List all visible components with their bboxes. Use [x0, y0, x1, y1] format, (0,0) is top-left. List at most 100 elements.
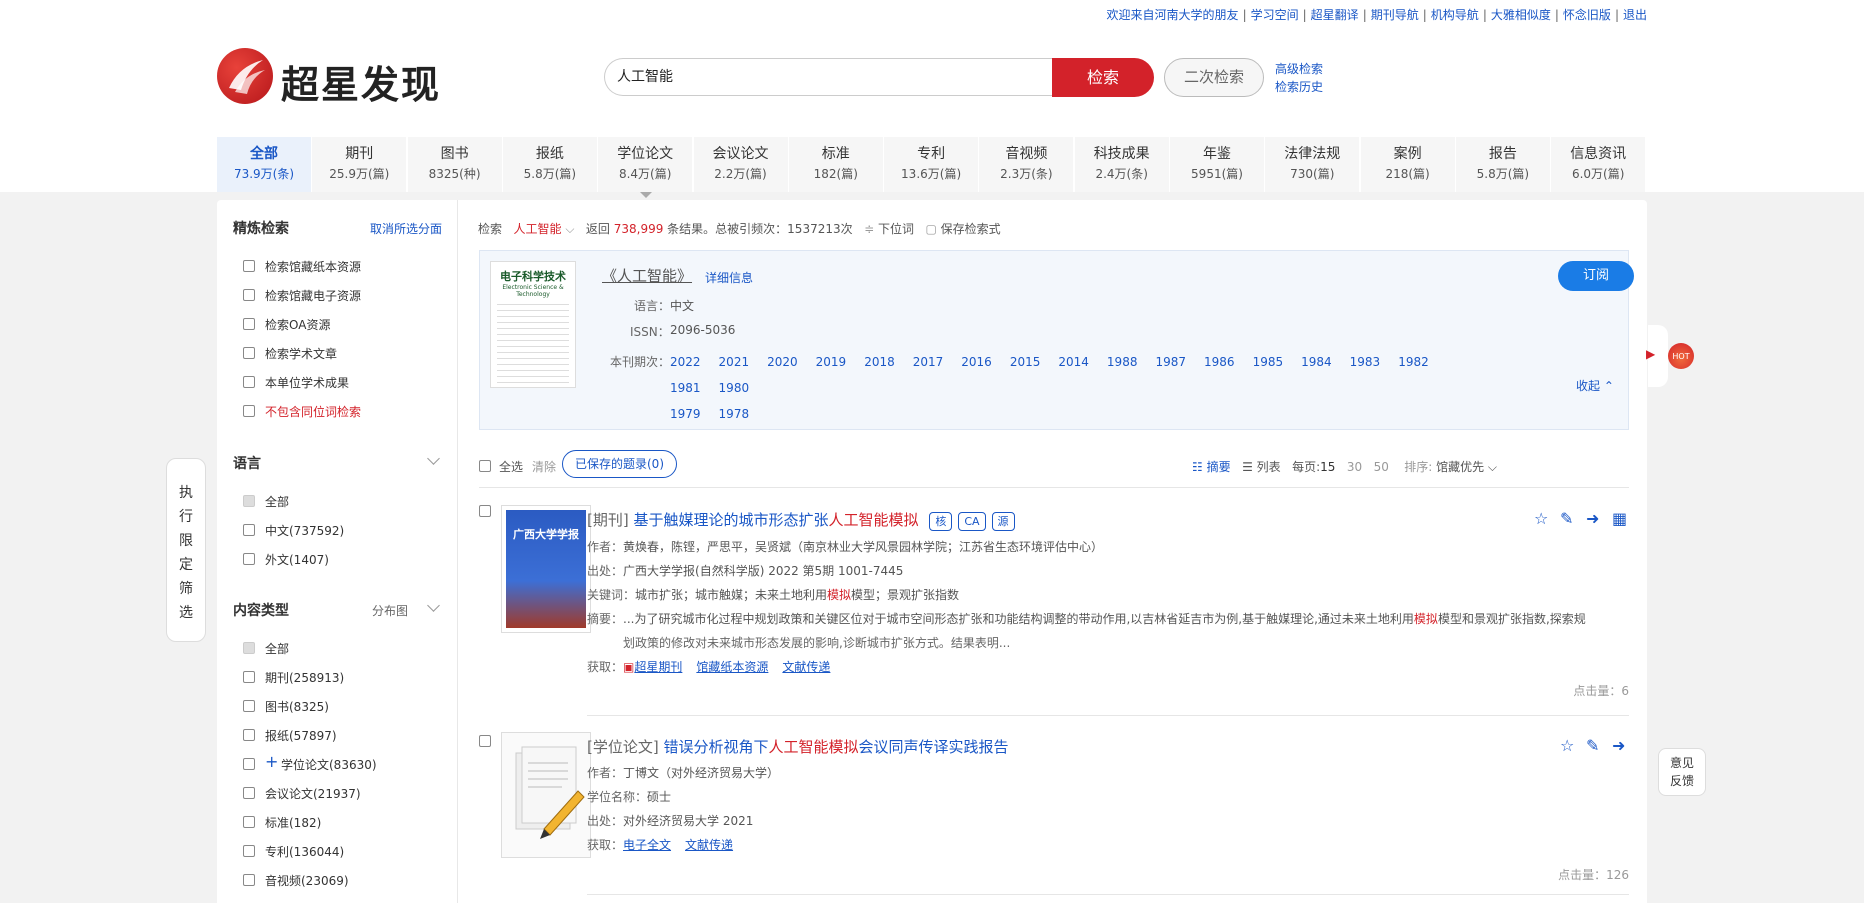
tab-law[interactable]: 法律法规 730(篇): [1265, 137, 1361, 192]
year-link[interactable]: 2015: [1010, 349, 1041, 375]
expand-plus-icon[interactable]: +: [265, 752, 278, 771]
year-link[interactable]: 1980: [719, 375, 750, 401]
journal-cover[interactable]: 电子科学技术 Electronic Science & Technology: [490, 261, 576, 388]
checkbox[interactable]: [243, 260, 255, 272]
select-all-checkbox[interactable]: [479, 460, 491, 472]
chevron-down-icon[interactable]: [427, 452, 440, 465]
search-input[interactable]: 人工智能: [604, 58, 1052, 96]
hot-icon[interactable]: HOT: [1668, 343, 1694, 369]
tab-video[interactable]: 音视频 2.3万(条): [979, 137, 1075, 192]
top-link-welcome[interactable]: 欢迎来自河南大学的朋友: [1107, 8, 1239, 22]
list-view[interactable]: 列表: [1257, 460, 1281, 474]
checkbox[interactable]: [243, 700, 255, 712]
access-link[interactable]: 超星期刊: [634, 660, 682, 674]
checkbox[interactable]: [243, 405, 255, 417]
per-page-option[interactable]: 15: [1320, 460, 1335, 474]
abstract-view[interactable]: 摘要: [1207, 460, 1231, 474]
advanced-search-link[interactable]: 高级检索: [1275, 60, 1323, 78]
search-button[interactable]: 检索: [1052, 58, 1154, 97]
logo[interactable]: 超星发现: [217, 48, 467, 108]
tab-book[interactable]: 图书 8325(种): [407, 137, 503, 192]
star-icon[interactable]: ☆: [1560, 736, 1576, 755]
journal-details-link[interactable]: 详细信息: [705, 269, 753, 286]
year-link[interactable]: 1984: [1301, 349, 1332, 375]
clear-link[interactable]: 清除: [532, 458, 556, 475]
top-link-old-version[interactable]: 怀念旧版: [1563, 8, 1611, 22]
year-link[interactable]: 2014: [1058, 349, 1089, 375]
year-link[interactable]: 2018: [864, 349, 895, 375]
year-link[interactable]: 2017: [913, 349, 944, 375]
feedback-button[interactable]: 意见 反馈: [1658, 748, 1706, 796]
save-query-link[interactable]: 保存检索式: [941, 222, 1001, 236]
tab-achievement[interactable]: 科技成果 2.4万(条): [1074, 137, 1170, 192]
year-link[interactable]: 1982: [1398, 349, 1429, 375]
access-link[interactable]: 电子全文: [623, 838, 671, 852]
result-title[interactable]: [期刊] 基于触媒理论的城市形态扩张人工智能模拟 核 CA 源: [587, 509, 1015, 531]
checkbox[interactable]: [243, 347, 255, 359]
checkbox[interactable]: [479, 505, 491, 517]
checkbox[interactable]: [243, 729, 255, 741]
checkbox[interactable]: [243, 845, 255, 857]
year-link[interactable]: 1979: [670, 401, 701, 427]
tab-report[interactable]: 报告 5.8万(篇): [1455, 137, 1551, 192]
per-page-option[interactable]: 50: [1374, 460, 1389, 474]
top-link-study-space[interactable]: 学习空间: [1251, 8, 1299, 22]
access-link[interactable]: 文献传递: [782, 660, 830, 674]
result-cover[interactable]: [501, 732, 591, 858]
checkbox[interactable]: [243, 553, 255, 565]
checkbox[interactable]: [243, 816, 255, 828]
tab-thesis[interactable]: 学位论文 8.4万(篇): [598, 137, 694, 198]
year-link[interactable]: 2020: [767, 349, 798, 375]
share-icon[interactable]: ➜: [1612, 736, 1628, 755]
year-link[interactable]: 1986: [1204, 349, 1235, 375]
top-link-journal-nav[interactable]: 期刊导航: [1371, 8, 1419, 22]
qrcode-icon[interactable]: ▦: [1612, 509, 1628, 528]
collapse-link[interactable]: 收起 ⌃: [1576, 377, 1614, 394]
result-title[interactable]: [学位论文] 错误分析视角下人工智能模拟会议同声传译实践报告: [587, 736, 1009, 757]
year-link[interactable]: 2016: [961, 349, 992, 375]
checkbox[interactable]: [243, 376, 255, 388]
cancel-facets-link[interactable]: 取消所选分面: [370, 220, 442, 237]
tab-patent[interactable]: 专利 13.6万(篇): [884, 137, 980, 192]
core-badge[interactable]: 核: [929, 512, 953, 531]
star-icon[interactable]: ☆: [1534, 509, 1550, 528]
result-cover[interactable]: 广西大学学报: [501, 505, 591, 633]
distribution-link[interactable]: 分布图: [372, 602, 408, 619]
top-link-org-nav[interactable]: 机构导航: [1431, 8, 1479, 22]
year-link[interactable]: 1985: [1253, 349, 1284, 375]
tab-standard[interactable]: 标准 182(篇): [788, 137, 884, 192]
checkbox[interactable]: [243, 318, 255, 330]
checkbox[interactable]: [243, 758, 255, 770]
tab-case[interactable]: 案例 218(篇): [1360, 137, 1456, 192]
access-link[interactable]: 馆藏纸本资源: [696, 660, 768, 674]
filter-exec-button[interactable]: 执 行 限 定 筛 选: [166, 458, 206, 642]
year-link[interactable]: 1978: [719, 401, 750, 427]
year-link[interactable]: 1988: [1107, 349, 1138, 375]
year-link[interactable]: 2021: [719, 349, 750, 375]
tab-newspaper[interactable]: 报纸 5.8万(篇): [502, 137, 598, 192]
list-icon[interactable]: ☰: [1242, 460, 1253, 474]
ca-badge[interactable]: CA: [958, 512, 986, 531]
access-link[interactable]: 文献传递: [685, 838, 733, 852]
journal-title[interactable]: 《人工智能》: [602, 265, 692, 286]
year-link[interactable]: 2019: [816, 349, 847, 375]
search-history-link[interactable]: 检索历史: [1275, 78, 1323, 96]
checkbox[interactable]: [243, 524, 255, 536]
per-page-option[interactable]: 30: [1347, 460, 1362, 474]
tab-all[interactable]: 全部 73.9万(条): [217, 137, 312, 192]
subterm-link[interactable]: 下位词: [878, 222, 914, 236]
top-link-translate[interactable]: 超星翻译: [1311, 8, 1359, 22]
year-link[interactable]: 1987: [1155, 349, 1186, 375]
source-badge[interactable]: 源: [991, 512, 1015, 531]
sort-select[interactable]: 馆藏优先: [1436, 460, 1484, 474]
tab-journal[interactable]: 期刊 25.9万(篇): [312, 137, 408, 192]
year-link[interactable]: 1983: [1350, 349, 1381, 375]
top-link-similarity[interactable]: 大雅相似度: [1491, 8, 1551, 22]
abstract-icon[interactable]: ☷: [1192, 460, 1203, 474]
edit-icon[interactable]: ✎: [1560, 509, 1576, 528]
subscribe-button[interactable]: 订阅: [1558, 261, 1634, 291]
edit-icon[interactable]: ✎: [1586, 736, 1602, 755]
secondary-search-button[interactable]: 二次检索: [1164, 58, 1264, 97]
checkbox[interactable]: [243, 671, 255, 683]
year-link[interactable]: 1981: [670, 375, 701, 401]
